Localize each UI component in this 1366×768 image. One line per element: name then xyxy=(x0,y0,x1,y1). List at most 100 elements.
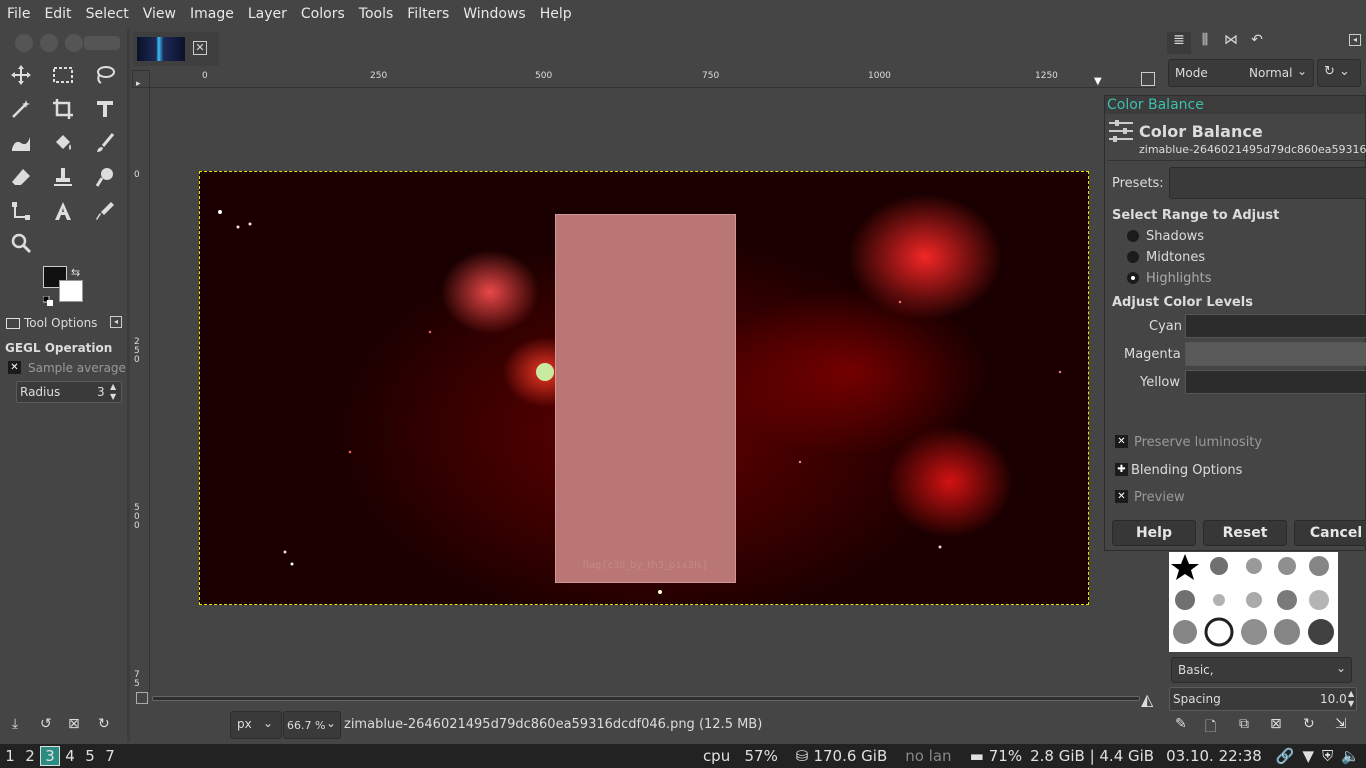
workspace-1[interactable]: 1 xyxy=(0,747,20,765)
swap-colors-icon[interactable]: ⇆ xyxy=(71,266,80,279)
spacing-stepper-icon[interactable]: ▲ ▼ xyxy=(1348,689,1354,709)
menu-select[interactable]: Select xyxy=(79,0,136,28)
dock-separator[interactable] xyxy=(127,28,130,742)
magenta-slider[interactable] xyxy=(1185,342,1366,366)
background-color-swatch[interactable] xyxy=(59,280,83,302)
layer-mode-reset-icon[interactable]: ↻ ⌄ xyxy=(1317,59,1361,87)
horizontal-ruler[interactable]: 0 250 500 750 1000 1250 xyxy=(150,70,1156,88)
highlights-label: Highlights xyxy=(1146,271,1212,286)
brush-delete-icon[interactable]: ⊠ xyxy=(1270,716,1282,732)
navigation-icon[interactable] xyxy=(136,692,148,704)
layer-mode-select[interactable]: Mode Normal ⌄ xyxy=(1168,59,1314,87)
image-tab[interactable]: ✕ xyxy=(133,32,219,66)
quick-mask-icon[interactable] xyxy=(1141,72,1155,86)
zoom-select[interactable]: 66.7 % ⌄ xyxy=(283,711,341,739)
menu-windows[interactable]: Windows xyxy=(456,0,533,28)
preview-checkbox[interactable]: ✕ xyxy=(1115,490,1128,503)
preserve-luminosity-label: Preserve luminosity xyxy=(1134,435,1263,450)
reset-button[interactable]: Reset xyxy=(1203,520,1287,546)
warp-tool-icon[interactable] xyxy=(6,128,36,158)
brush-new-icon[interactable]: 🗋 xyxy=(1205,716,1216,740)
shadows-label: Shadows xyxy=(1146,229,1205,244)
spacing-field[interactable]: Spacing 10.0 ▲ ▼ xyxy=(1169,687,1357,711)
eraser-tool-icon[interactable] xyxy=(6,162,36,192)
bucket-fill-tool-icon[interactable] xyxy=(48,128,78,158)
link-icon[interactable]: 🔗 xyxy=(1276,747,1295,765)
blending-options-label[interactable]: Blending Options xyxy=(1131,463,1242,478)
clone-tool-icon[interactable] xyxy=(48,162,78,192)
horizontal-scrollbar[interactable] xyxy=(152,696,1140,701)
smudge-tool-icon[interactable] xyxy=(90,162,120,192)
workspace-5[interactable]: 5 xyxy=(80,747,100,765)
lasso-tool-icon[interactable] xyxy=(90,60,120,90)
workspace-4[interactable]: 4 xyxy=(60,747,80,765)
channels-tab-icon[interactable]: ⫼ xyxy=(1193,32,1217,54)
zoom-tool-icon[interactable] xyxy=(6,228,36,258)
brush-refresh-icon[interactable]: ↻ xyxy=(1303,716,1315,732)
cyan-slider[interactable] xyxy=(1185,314,1366,338)
crop-tool-icon[interactable] xyxy=(48,94,78,124)
preserve-luminosity-checkbox[interactable]: ✕ xyxy=(1115,435,1128,448)
midtones-radio[interactable] xyxy=(1127,251,1139,263)
brush-edit-icon[interactable]: ✎ xyxy=(1175,716,1187,732)
reset-colors-icon[interactable] xyxy=(42,291,53,306)
navigate-arrow-icon[interactable]: ▼ xyxy=(1094,76,1102,87)
delete-options-icon[interactable]: ⊠ xyxy=(68,716,80,732)
menu-help[interactable]: Help xyxy=(533,0,579,28)
rect-select-tool-icon[interactable] xyxy=(48,60,78,90)
menu-edit[interactable]: Edit xyxy=(37,0,78,28)
undo-history-tab-icon[interactable]: ↶ xyxy=(1245,32,1269,54)
unit-select[interactable]: px ⌄ xyxy=(230,711,282,739)
ruler-tick: 1000 xyxy=(868,71,891,81)
paintbrush-tool-icon[interactable] xyxy=(90,128,120,158)
radius-stepper-icon[interactable]: ▲ ▼ xyxy=(110,382,116,402)
move-tool-icon[interactable] xyxy=(6,60,36,90)
brush-preset-select[interactable]: Basic, ⌄ xyxy=(1171,657,1352,683)
brush-duplicate-icon[interactable]: ⧉ xyxy=(1239,716,1249,732)
menu-layer[interactable]: Layer xyxy=(241,0,294,28)
highlights-radio[interactable] xyxy=(1127,272,1139,284)
workspace-3-active[interactable]: 3 xyxy=(40,746,60,766)
menu-view[interactable]: View xyxy=(136,0,183,28)
radius-field[interactable]: Radius 3 ▲ ▼ xyxy=(16,381,122,403)
dialog-title[interactable]: Color Balance xyxy=(1105,96,1365,114)
volume-icon[interactable]: 🔈 xyxy=(1341,747,1360,765)
menu-colors[interactable]: Colors xyxy=(294,0,352,28)
save-options-icon[interactable]: ⤓ xyxy=(12,716,18,732)
text-tool-icon[interactable] xyxy=(48,196,78,226)
dock-menu-icon[interactable]: ◂ xyxy=(1349,34,1361,46)
workspace-2[interactable]: 2 xyxy=(20,747,40,765)
blending-options-expander[interactable]: ✚ xyxy=(1115,463,1128,476)
shadows-radio[interactable] xyxy=(1127,230,1139,242)
paths-tab-icon[interactable]: ⋈ xyxy=(1219,32,1243,54)
sample-average-label: Sample average xyxy=(28,361,126,375)
tool-options-menu-icon[interactable]: ◂ xyxy=(110,316,122,328)
reset-options-icon[interactable]: ↻ xyxy=(98,716,110,732)
close-tab-icon[interactable]: ✕ xyxy=(193,41,207,55)
menu-tools[interactable]: Tools xyxy=(352,0,401,28)
restore-options-icon[interactable]: ↺ xyxy=(40,716,52,732)
brushes-grid[interactable] xyxy=(1169,552,1338,652)
fuzzy-select-tool-icon[interactable] xyxy=(6,94,36,124)
tool-options-tab[interactable]: Tool Options xyxy=(0,312,100,334)
color-balance-icon xyxy=(1109,120,1135,142)
wifi-icon[interactable]: ▼ xyxy=(1303,747,1315,765)
menu-file[interactable]: File xyxy=(0,0,37,28)
path-tool-icon[interactable] xyxy=(6,196,36,226)
workspace-7[interactable]: 7 xyxy=(100,747,120,765)
menu-image[interactable]: Image xyxy=(183,0,241,28)
presets-select[interactable] xyxy=(1169,167,1366,199)
transform-tool-icon[interactable] xyxy=(90,94,120,124)
sample-average-checkbox[interactable]: ✕ xyxy=(8,361,21,374)
brush-export-icon[interactable]: ⇲ xyxy=(1335,716,1347,732)
shield-icon[interactable]: ⛨ xyxy=(1322,747,1333,765)
help-button[interactable]: Help xyxy=(1112,520,1196,546)
ruler-corner[interactable]: ▸ xyxy=(132,70,150,89)
vertical-ruler[interactable]: 0 2 5 0 5 0 0 7 5 xyxy=(132,88,150,692)
color-picker-tool-icon[interactable] xyxy=(90,196,120,226)
layers-tab-icon[interactable]: ≣ xyxy=(1167,32,1191,54)
menu-filters[interactable]: Filters xyxy=(400,0,456,28)
yellow-slider[interactable] xyxy=(1185,370,1366,394)
cancel-button[interactable]: Cancel xyxy=(1294,520,1366,546)
zoom-navigate-icon[interactable]: ◭ xyxy=(1141,690,1153,709)
